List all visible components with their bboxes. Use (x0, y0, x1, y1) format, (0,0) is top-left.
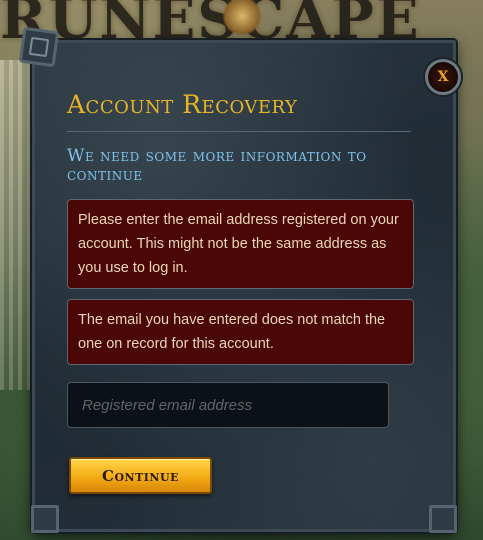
continue-button-label: Continue (102, 466, 179, 485)
title-divider (67, 131, 411, 132)
error-message: The email you have entered does not matc… (67, 299, 414, 365)
continue-button[interactable]: Continue (69, 457, 212, 494)
dialog-corner-ornament (429, 505, 457, 533)
info-message: Please enter the email address registere… (67, 199, 414, 289)
background-towers (0, 60, 36, 390)
dialog-corner-ornament (18, 26, 60, 68)
info-message-text: Please enter the email address registere… (78, 212, 399, 276)
dialog-subtitle: We need some more information to continu… (67, 146, 367, 185)
error-message-text: The email you have entered does not matc… (78, 312, 386, 352)
close-button[interactable]: X (425, 59, 461, 95)
email-field[interactable] (67, 382, 389, 428)
close-icon: X (437, 69, 449, 85)
dialog-title: Account Recovery (67, 90, 298, 119)
dialog-corner-ornament (31, 505, 59, 533)
